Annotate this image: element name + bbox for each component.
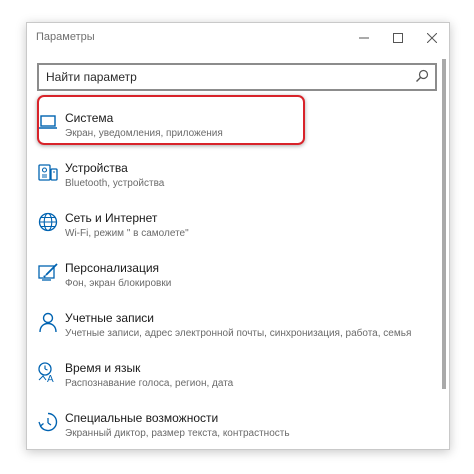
item-title: Устройства bbox=[65, 161, 128, 175]
settings-item-network[interactable]: Сеть и Интернет Wi-Fi, режим " в самолет… bbox=[27, 197, 437, 247]
search-icon[interactable] bbox=[415, 69, 429, 83]
close-icon bbox=[427, 33, 437, 43]
settings-window: Параметры Найти параметр Система Экран, … bbox=[26, 22, 450, 450]
minimize-button[interactable] bbox=[347, 23, 381, 53]
close-button[interactable] bbox=[415, 23, 449, 53]
settings-item-accounts[interactable]: Учетные записи Учетные записи, адрес эле… bbox=[27, 297, 437, 347]
title-bar[interactable]: Параметры bbox=[27, 23, 449, 53]
item-title: Система bbox=[65, 111, 114, 125]
item-subtitle: Экранный диктор, размер текста, контраст… bbox=[65, 428, 290, 439]
accessibility-icon bbox=[38, 412, 58, 432]
item-subtitle: Фон, экран блокировки bbox=[65, 278, 172, 289]
item-title: Специальные возможности bbox=[65, 411, 219, 425]
devices-icon bbox=[38, 164, 58, 181]
item-title: Сеть и Интернет bbox=[65, 211, 158, 225]
globe-icon bbox=[38, 212, 58, 232]
item-subtitle: Учетные записи, адрес электронной почты,… bbox=[65, 328, 412, 339]
settings-item-time-language[interactable]: A Время и язык Распознавание голоса, рег… bbox=[27, 347, 437, 397]
item-title: Персонализация bbox=[65, 261, 160, 275]
settings-list: Система Экран, уведомления, приложения У… bbox=[27, 97, 437, 447]
item-subtitle: Экран, уведомления, приложения bbox=[65, 128, 223, 139]
settings-item-personalization[interactable]: Персонализация Фон, экран блокировки bbox=[27, 247, 437, 297]
maximize-button[interactable] bbox=[381, 23, 415, 53]
search-input[interactable] bbox=[46, 68, 396, 86]
maximize-icon bbox=[393, 33, 403, 43]
settings-item-system[interactable]: Система Экран, уведомления, приложения bbox=[27, 97, 437, 147]
settings-item-accessibility[interactable]: Специальные возможности Экранный диктор,… bbox=[27, 397, 437, 447]
item-subtitle: Распознавание голоса, регион, дата bbox=[65, 378, 234, 389]
time-language-icon: A bbox=[38, 362, 54, 383]
svg-text:A: A bbox=[47, 374, 54, 383]
item-title: Учетные записи bbox=[65, 311, 154, 325]
laptop-icon bbox=[39, 115, 57, 129]
scrollbar[interactable] bbox=[442, 59, 446, 389]
window-title: Параметры bbox=[36, 31, 95, 43]
personalization-icon bbox=[38, 263, 58, 281]
person-icon bbox=[39, 312, 57, 333]
item-subtitle: Wi-Fi, режим " в самолете" bbox=[65, 228, 189, 239]
item-title: Время и язык bbox=[65, 361, 141, 375]
item-subtitle: Bluetooth, устройства bbox=[65, 178, 165, 189]
settings-item-devices[interactable]: Устройства Bluetooth, устройства bbox=[27, 147, 437, 197]
search-box[interactable] bbox=[37, 63, 437, 91]
minimize-icon bbox=[359, 37, 369, 39]
